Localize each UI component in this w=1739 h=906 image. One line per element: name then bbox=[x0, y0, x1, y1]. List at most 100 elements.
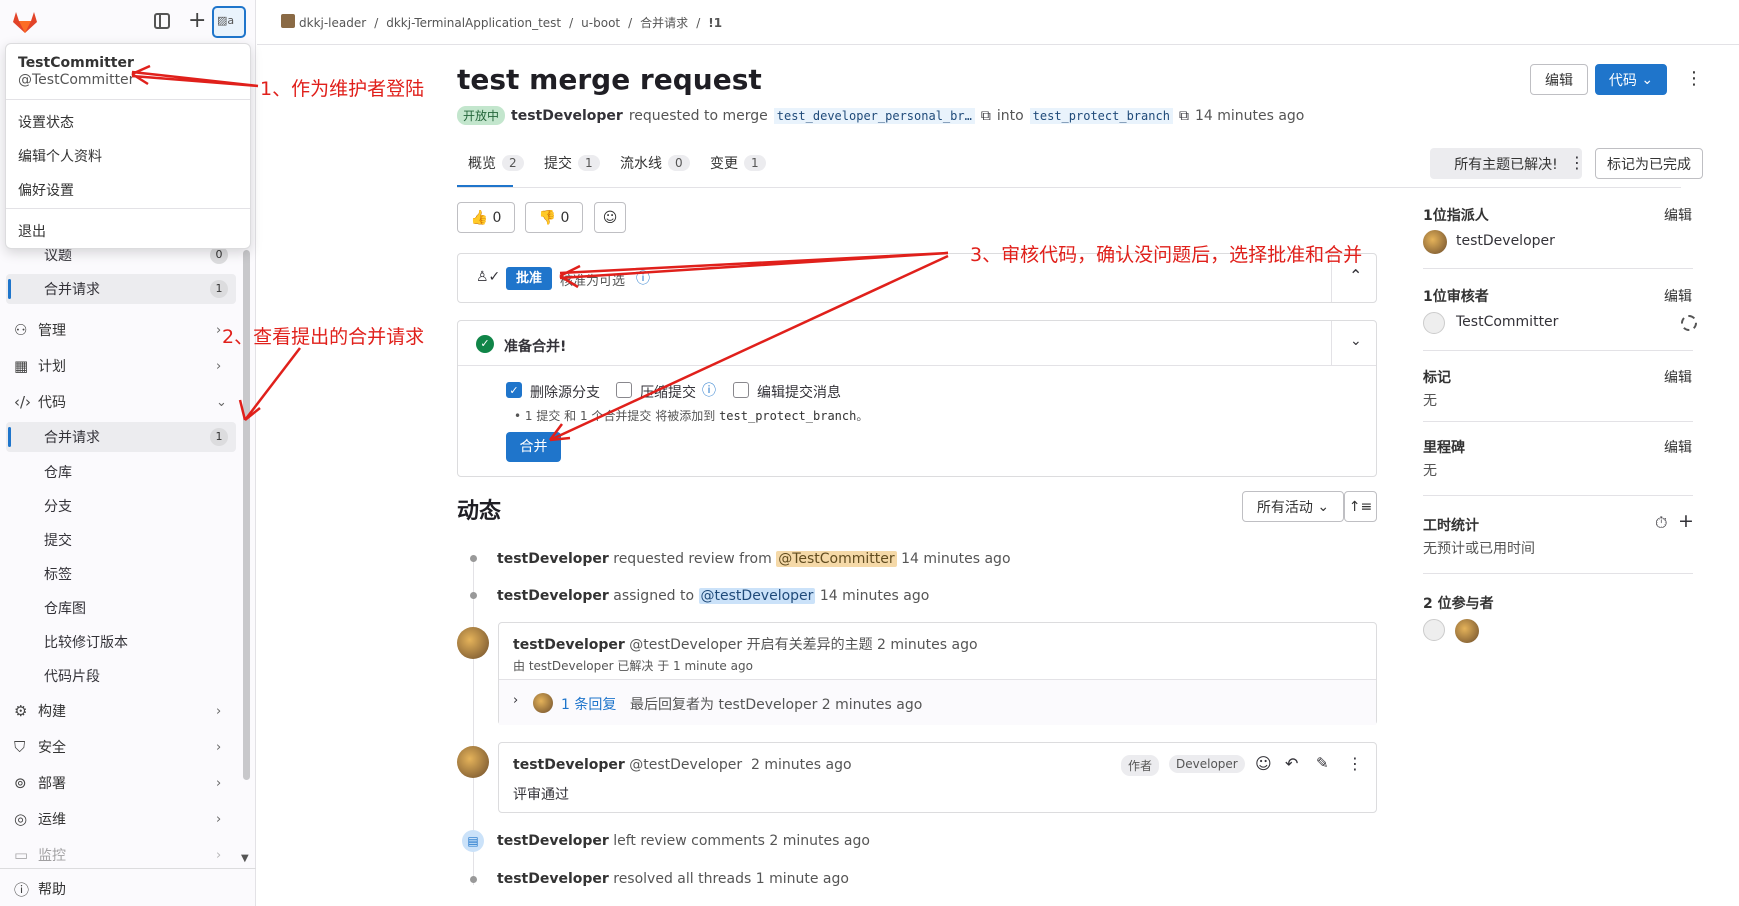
replies-bar[interactable]: › 1 条回复 最后回复者为 testDeveloper 2 minutes a… bbox=[499, 679, 1376, 725]
user-link[interactable]: testDeveloper bbox=[497, 588, 609, 604]
menu-item-sign-out[interactable]: 退出 bbox=[18, 221, 46, 241]
approve-button[interactable]: 批准 bbox=[506, 267, 552, 290]
sidebar-item-compare[interactable]: 比较修订版本 bbox=[6, 627, 236, 657]
user-link[interactable]: testDeveloper bbox=[513, 637, 625, 653]
mark-done-button[interactable]: 标记为已完成 bbox=[1595, 148, 1703, 179]
user-link[interactable]: testDeveloper bbox=[513, 757, 625, 773]
menu-item-edit-profile[interactable]: 编辑个人资料 bbox=[18, 146, 102, 166]
breadcrumb-item[interactable]: u-boot bbox=[581, 16, 620, 30]
user-menu-name[interactable]: TestCommitter bbox=[18, 55, 134, 71]
sidebar-item-monitor[interactable]: ▭ 监控 › bbox=[6, 839, 236, 871]
sort-icon[interactable]: ↑≡ bbox=[1344, 491, 1377, 522]
pencil-icon[interactable]: ✎ bbox=[1316, 754, 1329, 772]
assignee-edit-link[interactable]: 编辑 bbox=[1664, 205, 1692, 225]
more-options-icon[interactable]: ⋮ bbox=[1347, 754, 1363, 773]
merge-widget: ✓ 准备合并! ⌄ ✓ 删除源分支 压缩提交 ⓘ 编辑提交消息 • 1 提交 和… bbox=[457, 320, 1377, 477]
edit-commit-msg-checkbox[interactable] bbox=[733, 382, 749, 398]
copy-icon[interactable]: ⧉ bbox=[1179, 108, 1189, 124]
help-icon[interactable]: ⓘ bbox=[702, 380, 716, 400]
sidebar-item-manage[interactable]: ⚇ 管理 › bbox=[6, 314, 236, 346]
chevron-down-icon[interactable]: ⌄ bbox=[1350, 333, 1362, 349]
thumbs-down-button[interactable]: 👎 0 bbox=[525, 202, 583, 233]
page-title: test merge request bbox=[457, 63, 762, 96]
copy-icon[interactable]: ⧉ bbox=[981, 108, 991, 124]
avatar[interactable] bbox=[1455, 619, 1479, 643]
chevron-up-icon[interactable]: ⌃ bbox=[1349, 266, 1362, 285]
reviewer-name[interactable]: TestCommitter bbox=[1456, 314, 1558, 330]
count-badge: 1 bbox=[210, 428, 228, 446]
menu-item-preferences[interactable]: 偏好设置 bbox=[18, 180, 74, 200]
source-branch[interactable]: test_developer_personal_br… bbox=[773, 107, 975, 124]
reply-icon[interactable]: ↶ bbox=[1285, 754, 1298, 773]
smiley-icon[interactable]: ☺ bbox=[1255, 754, 1272, 773]
author-link[interactable]: testDeveloper bbox=[511, 108, 623, 124]
user-link[interactable]: testDeveloper bbox=[497, 871, 609, 887]
sidebar-item-label: 分支 bbox=[44, 499, 72, 515]
sidebar-item-merge-requests[interactable]: 合并请求 1 bbox=[6, 422, 236, 452]
sidebar-item-commits[interactable]: 提交 bbox=[6, 525, 236, 555]
breadcrumb-item[interactable]: dkkj-TerminalApplication_test bbox=[386, 16, 561, 30]
sidebar-item-security[interactable]: ⛉ 安全 › bbox=[6, 731, 236, 763]
sidebar-item-deploy[interactable]: ⊚ 部署 › bbox=[6, 767, 236, 799]
activity-event: testDeveloper left review comments 2 min… bbox=[497, 833, 870, 849]
replies-link[interactable]: 1 条回复 bbox=[561, 694, 616, 714]
breadcrumb-item[interactable]: !1 bbox=[708, 16, 722, 30]
tab-commits[interactable]: 提交 1 bbox=[544, 153, 600, 173]
timer-icon[interactable]: ⏱ bbox=[1655, 513, 1667, 533]
squash-checkbox[interactable] bbox=[616, 382, 632, 398]
threads-resolved-button[interactable]: 所有主题已解决! bbox=[1430, 148, 1582, 179]
plus-icon[interactable]: + bbox=[188, 8, 206, 33]
assignee-name[interactable]: testDeveloper bbox=[1456, 233, 1555, 249]
chevron-right-icon: › bbox=[216, 847, 222, 863]
tab-changes[interactable]: 变更 1 bbox=[710, 153, 766, 173]
breadcrumb-item[interactable]: dkkj-leader bbox=[299, 16, 366, 30]
reviewer-edit-link[interactable]: 编辑 bbox=[1664, 286, 1692, 306]
sidebar-item-label: 帮助 bbox=[38, 882, 66, 898]
gitlab-logo-icon[interactable] bbox=[12, 10, 38, 34]
avatar[interactable] bbox=[457, 746, 489, 778]
sidebar-item-tags[interactable]: 标签 bbox=[6, 559, 236, 589]
target-branch[interactable]: test_protect_branch bbox=[1029, 107, 1173, 124]
more-options-icon[interactable]: ⋮ bbox=[1685, 68, 1703, 89]
sidebar-item-merge-requests-top[interactable]: 合并请求 1 bbox=[6, 274, 236, 304]
chevron-right-icon[interactable]: › bbox=[513, 693, 518, 708]
plus-icon[interactable]: + bbox=[1678, 510, 1694, 532]
sidebar-item-code[interactable]: ‹/› 代码 ⌄ bbox=[6, 386, 236, 418]
sidebar-item-repository[interactable]: 仓库 bbox=[6, 457, 236, 487]
event-time: 14 minutes ago bbox=[819, 588, 930, 604]
scroll-down-icon[interactable]: ▼ bbox=[241, 853, 249, 864]
add-reaction-button[interactable]: ☺ bbox=[594, 202, 626, 233]
user-link[interactable]: testDeveloper bbox=[497, 551, 609, 567]
menu-item-set-status[interactable]: 设置状态 bbox=[18, 112, 74, 132]
avatar[interactable] bbox=[457, 627, 489, 659]
user-avatar-button[interactable]: ▨a bbox=[212, 6, 246, 38]
tab-pipelines[interactable]: 流水线 0 bbox=[620, 153, 690, 173]
delete-source-checkbox[interactable]: ✓ bbox=[506, 382, 522, 398]
thread-options-icon[interactable]: ⋮ bbox=[1569, 153, 1585, 172]
sidebar-item-plan[interactable]: ▦ 计划 › bbox=[6, 350, 236, 382]
help-icon[interactable]: ⓘ bbox=[636, 268, 650, 288]
help-button[interactable]: ⓘ 帮助 bbox=[6, 873, 236, 905]
sidebar-item-repo-graph[interactable]: 仓库图 bbox=[6, 593, 236, 623]
mention-link[interactable]: @testDeveloper bbox=[698, 588, 816, 604]
thumbs-up-button[interactable]: 👍 0 bbox=[457, 202, 515, 233]
breadcrumb-item[interactable]: 合并请求 bbox=[640, 14, 688, 31]
activity-event: testDeveloper assigned to @testDeveloper… bbox=[497, 588, 929, 604]
sidebar-item-snippets[interactable]: 代码片段 bbox=[6, 661, 236, 691]
activity-filter-dropdown[interactable]: 所有活动 ⌄ bbox=[1242, 491, 1344, 522]
comment-time: 2 minutes ago bbox=[751, 757, 852, 773]
user-link[interactable]: testDeveloper bbox=[497, 833, 609, 849]
edit-button[interactable]: 编辑 bbox=[1530, 64, 1588, 95]
code-dropdown-button[interactable]: 代码 ⌄ bbox=[1595, 64, 1667, 95]
sidebar-item-operate[interactable]: ◎ 运维 › bbox=[6, 803, 236, 835]
sidebar-item-branches[interactable]: 分支 bbox=[6, 491, 236, 521]
avatar[interactable] bbox=[1423, 619, 1445, 641]
sidebar-item-build[interactable]: ⚙ 构建 › bbox=[6, 695, 236, 727]
mention-link[interactable]: @TestCommitter bbox=[776, 551, 897, 567]
sidebar-toggle-icon[interactable] bbox=[154, 13, 170, 29]
labels-edit-link[interactable]: 编辑 bbox=[1664, 367, 1692, 387]
merge-button[interactable]: 合并 bbox=[506, 432, 561, 462]
chevron-right-icon: › bbox=[216, 775, 222, 791]
milestone-edit-link[interactable]: 编辑 bbox=[1664, 437, 1692, 457]
tab-overview[interactable]: 概览 2 bbox=[468, 153, 524, 173]
